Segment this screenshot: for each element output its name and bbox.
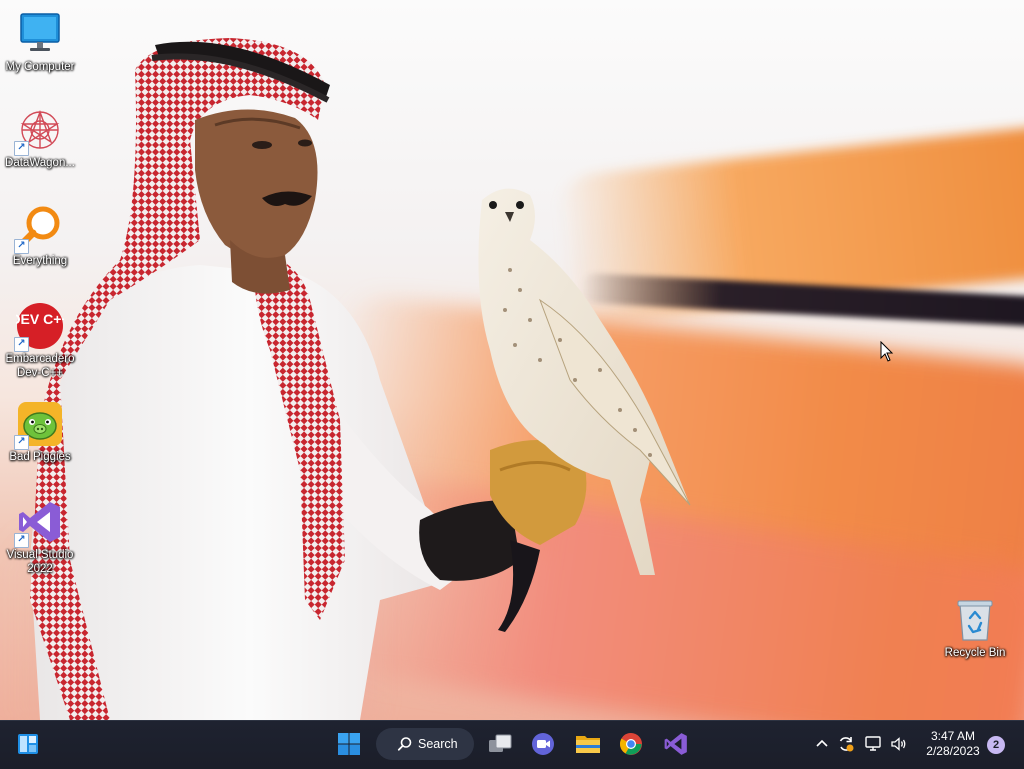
task-view-button[interactable] [484,728,516,760]
everything-search-icon: ↗ [14,204,64,254]
sync-update-icon [839,737,854,752]
desktop-wallpaper [0,0,1024,720]
meet-icon [532,733,554,755]
desktop-icon-label: Visual Studio 2022 [6,549,74,575]
network-icon [865,736,881,751]
desktop-icon-label: Everything [12,255,68,267]
monitor-icon [16,10,64,58]
devcpp-icon: DEV C++ ↗ [10,302,70,352]
notification-count-badge[interactable]: 2 [987,736,1005,754]
volume-tray-button[interactable] [888,728,910,760]
shortcut-arrow-icon: ↗ [14,533,29,548]
shortcut-arrow-icon: ↗ [14,337,29,352]
desktop-icon-bad-piggies[interactable]: ↗ Bad Piggies [0,400,80,464]
desktop-icon-visual-studio[interactable]: ↗ Visual Studio 2022 [0,498,80,576]
bad-piggies-icon: ↗ [14,400,64,450]
task-view-icon [489,734,512,752]
chrome-button[interactable] [615,728,647,760]
show-hidden-icons-button[interactable] [812,728,832,760]
visual-studio-icon [664,733,687,755]
desktop-icon-label: My Computer [5,61,75,73]
search-label: Search [418,737,458,751]
search-icon [397,737,412,751]
desktop-icon-label: Recycle Bin [944,647,1006,659]
visual-studio-taskbar-button[interactable] [659,728,693,760]
windows-start-icon [338,733,360,755]
datawagon-icon: ↗ [14,106,64,156]
clock[interactable]: 3:47 AM 2/28/2023 [918,729,988,758]
mouse-cursor-icon [880,341,894,362]
desktop-icon-label: Bad Piggies [9,451,71,463]
shortcut-arrow-icon: ↗ [14,239,29,254]
desktop-icon-recycle-bin[interactable]: Recycle Bin [935,596,1015,660]
file-explorer-icon [576,736,600,753]
update-tray-button[interactable] [836,728,856,760]
visual-studio-icon: ↗ [14,498,64,548]
recycle-bin-icon [951,596,999,644]
clock-time: 3:47 AM [930,729,976,743]
devcpp-icon-text: DEV C++ [16,311,64,327]
desktop-icon-devcpp[interactable]: DEV C++ ↗ Embarcadero Dev-C++ [0,302,80,380]
shortcut-arrow-icon: ↗ [14,435,29,450]
wallpaper-falconer-image [30,38,691,720]
network-tray-button[interactable] [862,728,884,760]
shortcut-arrow-icon: ↗ [14,141,29,156]
desktop-icon-label: Embarcadero Dev-C++ [5,353,75,379]
desktop-icon-label: DataWagon... [5,157,75,169]
widgets-icon [18,734,38,754]
start-button[interactable] [333,728,365,760]
desktop-icon-everything[interactable]: ↗ Everything [0,204,80,268]
desktop-icon-datawagon[interactable]: ↗ DataWagon... [0,106,80,170]
meet-button[interactable] [527,728,559,760]
widgets-button[interactable] [12,728,44,760]
taskbar-search-box[interactable]: Search [376,728,474,760]
chrome-icon [620,733,642,755]
chevron-up-icon [816,739,828,747]
file-explorer-button[interactable] [571,728,605,760]
clock-date: 2/28/2023 [926,744,980,758]
desktop-icon-my-computer[interactable]: My Computer [0,10,80,74]
speaker-icon [891,737,906,751]
